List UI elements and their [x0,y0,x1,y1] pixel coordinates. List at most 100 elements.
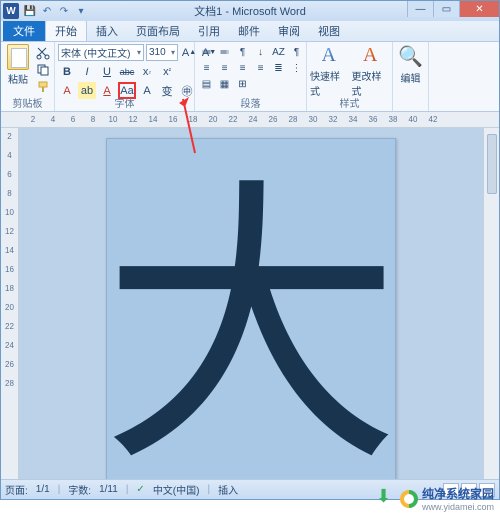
window-title: 文档1 - Microsoft Word [194,3,306,19]
font-name-combo[interactable]: 宋体 (中文正文)▾ [58,44,144,61]
group-paragraph-label: 段落 [198,99,303,111]
borders-button[interactable]: ▦ [216,77,233,92]
paste-label: 粘贴 [8,71,28,86]
change-styles-icon: A [363,44,377,67]
change-styles-label: 更改样式 [352,68,390,98]
minimize-button[interactable]: — [407,1,433,17]
group-styles: A 快速样式 A 更改样式 样式 [307,42,393,111]
ribbon-tab-row: 文件 开始 插入 页面布局 引用 邮件 审阅 视图 [1,21,499,42]
page-scroll-area[interactable]: 大 [19,128,483,479]
text-effects-button[interactable]: A [58,82,76,99]
numbering-button[interactable]: ≕ [216,45,233,60]
align-center-button[interactable]: ≡ [216,61,233,76]
watermark-logo-icon [400,490,418,508]
font-name-value: 宋体 (中文正文) [61,45,130,60]
subscript-button[interactable]: x₂ [138,63,156,80]
phonetic-guide-button[interactable]: 变 [158,82,176,99]
align-left-button[interactable]: ≡ [198,61,215,76]
qat-customize-icon[interactable]: ▾ [74,4,88,18]
cut-button[interactable] [35,46,51,60]
window-controls: — ▭ ✕ [407,1,499,17]
tab-view[interactable]: 视图 [309,20,349,41]
status-language[interactable]: 中文(中国) [153,482,200,497]
group-editing: 🔍 编辑 [393,42,429,111]
underline-button[interactable]: U [98,63,116,80]
find-button[interactable]: 🔍 编辑 [396,44,425,85]
editing-label: 编辑 [401,70,421,85]
format-painter-button[interactable] [35,80,51,94]
italic-button[interactable]: I [78,63,96,80]
group-paragraph: ≔ ≕ ¶ ↓ AZ ¶ ≡ ≡ ≡ ≡ ≣ ⋮ ▤ ▦ [195,42,307,111]
document-page[interactable]: 大 [106,138,396,479]
font-size-value: 310 [149,47,166,58]
quick-styles-label: 快速样式 [310,68,348,98]
show-marks-button[interactable]: ¶ [288,45,305,60]
status-words-label: 字数: [68,482,91,497]
decrease-indent-button[interactable]: ↓ [252,45,269,60]
clear-formatting-button[interactable]: A [138,82,156,99]
tab-home[interactable]: 开始 [45,20,87,41]
status-proofing-icon[interactable]: ✓ [136,484,144,495]
group-styles-label: 样式 [310,99,389,111]
shading-button[interactable]: ▤ [198,77,215,92]
tab-file[interactable]: 文件 [3,20,45,41]
vertical-ruler[interactable]: 246810121416182022242628 [1,128,19,479]
table-button[interactable]: ⊞ [234,77,251,92]
paste-button[interactable]: 粘贴 [4,44,32,86]
status-page-label: 页面: [5,482,28,497]
qat-undo-icon[interactable]: ↶ [40,4,54,18]
status-words-value[interactable]: 1/11 [99,484,118,495]
close-button[interactable]: ✕ [459,1,499,17]
paste-icon [7,44,29,70]
copy-button[interactable] [35,63,51,77]
align-right-button[interactable]: ≡ [234,61,251,76]
scrollbar-thumb[interactable] [487,134,497,194]
tab-references[interactable]: 引用 [189,20,229,41]
group-font-label: 字体 [58,99,191,111]
bold-button[interactable]: B [58,63,76,80]
group-editing-label [396,99,425,111]
ribbon: 粘贴 剪贴板 宋体 (中文正文)▾ 310▾ [1,42,499,112]
status-insert-mode[interactable]: 插入 [218,482,238,497]
quick-access-toolbar: 💾 ↶ ↷ ▾ [23,4,88,18]
change-case-button[interactable]: Aa [118,82,136,99]
find-icon: 🔍 [398,44,423,69]
sort-button[interactable]: AZ [270,45,287,60]
tab-insert[interactable]: 插入 [87,20,127,41]
watermark: 纯净系统家园 www.yidamei.com [376,485,494,512]
qat-redo-icon[interactable]: ↷ [57,4,71,18]
paragraph-spacing-button[interactable]: ⋮ [288,61,305,76]
superscript-button[interactable]: x² [158,63,176,80]
multilevel-list-button[interactable]: ¶ [234,45,251,60]
tab-mailings[interactable]: 邮件 [229,20,269,41]
group-font: 宋体 (中文正文)▾ 310▾ A▲ A▼ B I U abc x₂ x² [55,42,195,111]
group-clipboard: 粘贴 剪贴板 [1,42,55,111]
word-app-icon: W [3,3,19,19]
watermark-url: www.yidamei.com [422,502,494,512]
download-icon [376,489,396,509]
document-text[interactable]: 大 [101,181,401,479]
status-page-value[interactable]: 1/1 [36,484,50,495]
group-clipboard-label: 剪贴板 [4,99,51,111]
font-color-button[interactable]: A [98,82,116,99]
align-justify-button[interactable]: ≡ [252,61,269,76]
bullets-button[interactable]: ≔ [198,45,215,60]
quick-styles-button[interactable]: A 快速样式 [310,44,348,98]
vertical-scrollbar[interactable] [483,128,499,479]
highlight-button[interactable]: ab [78,82,96,99]
enclose-char-button[interactable]: ㊥ [178,82,196,99]
app-window: W 💾 ↶ ↷ ▾ 文档1 - Microsoft Word — ▭ ✕ 文件 … [0,0,500,500]
tab-page-layout[interactable]: 页面布局 [127,20,189,41]
document-area: 246810121416182022242628 大 [1,128,499,479]
maximize-button[interactable]: ▭ [433,1,459,17]
font-size-combo[interactable]: 310▾ [146,44,178,61]
tab-review[interactable]: 审阅 [269,20,309,41]
horizontal-ruler[interactable]: 24681012141618202224262830323436384042 [1,112,499,128]
watermark-brand: 纯净系统家园 [422,485,494,502]
title-bar: W 💾 ↶ ↷ ▾ 文档1 - Microsoft Word — ▭ ✕ [1,1,499,21]
quick-styles-icon: A [322,44,336,67]
line-spacing-button[interactable]: ≣ [270,61,287,76]
qat-save-icon[interactable]: 💾 [23,4,37,18]
strikethrough-button[interactable]: abc [118,63,136,80]
change-styles-button[interactable]: A 更改样式 [352,44,390,98]
